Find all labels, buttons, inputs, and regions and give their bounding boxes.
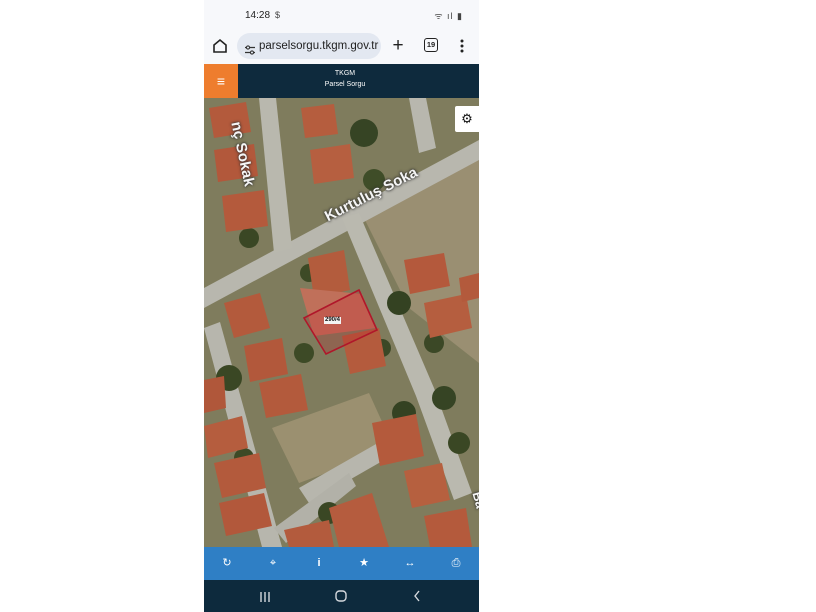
phone-screen: 14:28 $ ᯤ ıl ▮ parselsorgu.tkgm.gov.tr +… [204, 0, 479, 612]
tab-switcher-button[interactable]: 19 [424, 38, 438, 52]
info-icon[interactable]: i [296, 547, 342, 580]
site-info-icon[interactable] [244, 40, 256, 55]
app-title-line1: TKGM [334, 70, 356, 77]
locate-icon[interactable]: ⌖ [250, 547, 296, 580]
map-settings-button[interactable]: ⚙ [455, 106, 479, 132]
back-icon[interactable] [413, 589, 421, 603]
recents-icon[interactable] [259, 590, 271, 602]
map-toolbar: ↻ ⌖ i ★ ↔ ⎙ [204, 547, 479, 580]
status-system-icons: ᯤ ıl ▮ [434, 11, 463, 21]
app-title-line2: Parsel Sorgu [324, 81, 366, 88]
parcel-label[interactable]: 290/4 [324, 317, 342, 324]
home-icon[interactable] [211, 36, 229, 56]
app-header: ≡ TKGM Parsel Sorgu [204, 64, 479, 98]
browser-toolbar: parselsorgu.tkgm.gov.tr + 19 [204, 30, 479, 64]
refresh-icon[interactable]: ↻ [204, 547, 250, 580]
satellite-map[interactable]: nç Sokak Kurtuluş Soka Ba 290/4 ⚙ [204, 98, 479, 547]
status-bar: 14:28 $ ᯤ ıl ▮ [204, 0, 479, 30]
nav-home-icon[interactable] [335, 589, 347, 602]
url-text: parselsorgu.tkgm.gov.tr [259, 40, 379, 52]
star-icon[interactable]: ★ [341, 547, 387, 580]
more-menu-icon[interactable] [457, 35, 467, 57]
new-tab-button[interactable]: + [389, 34, 407, 58]
android-nav-bar [204, 580, 479, 612]
url-bar[interactable]: parselsorgu.tkgm.gov.tr [237, 33, 381, 59]
status-notification-icon: $ [275, 10, 281, 20]
measure-icon[interactable]: ↔ [387, 547, 433, 580]
print-icon[interactable]: ⎙ [433, 547, 479, 580]
hamburger-menu-button[interactable]: ≡ [204, 64, 238, 98]
app-title: TKGM Parsel Sorgu [238, 64, 452, 98]
status-time: 14:28 [245, 10, 271, 21]
